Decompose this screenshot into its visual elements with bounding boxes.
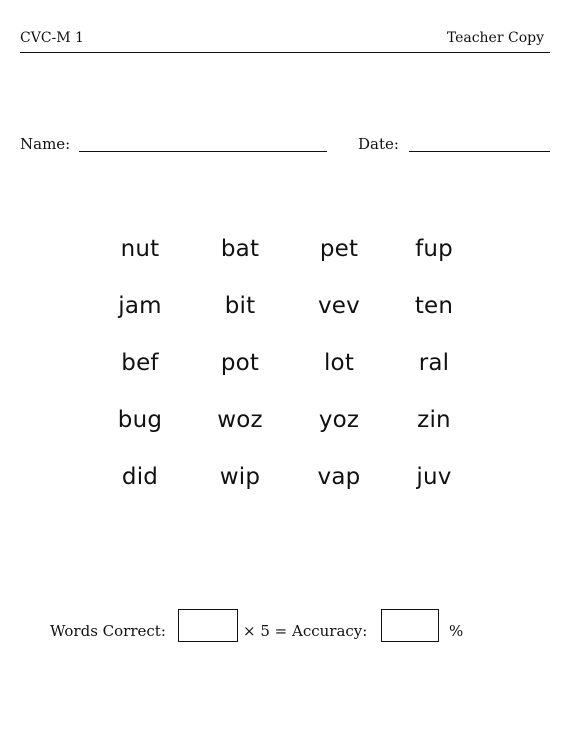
- word-item: yoz: [318, 407, 360, 433]
- header-divider: [20, 52, 550, 53]
- word-row: bug woz yoz zin: [90, 403, 490, 460]
- accuracy-box[interactable]: [381, 609, 439, 642]
- word-item: lot: [323, 350, 355, 376]
- word-item: pot: [220, 350, 260, 376]
- date-label: Date:: [358, 135, 399, 153]
- word-item: bat: [220, 236, 260, 262]
- percent-symbol: %: [449, 622, 464, 640]
- name-line: [79, 151, 327, 152]
- word-item: ral: [418, 350, 450, 376]
- word-item: zin: [417, 407, 451, 433]
- word-row: bef pot lot ral: [90, 346, 490, 403]
- sheet-code: CVC-M 1: [20, 30, 84, 46]
- word-row: did wip vap juv: [90, 460, 490, 517]
- date-line: [409, 151, 550, 152]
- word-item: bef: [121, 350, 159, 376]
- word-item: did: [121, 464, 159, 490]
- word-item: bit: [224, 293, 256, 319]
- copy-type-label: Teacher Copy: [446, 30, 544, 46]
- word-item: vev: [318, 293, 360, 319]
- word-item: pet: [319, 236, 359, 262]
- word-item: nut: [120, 236, 160, 262]
- word-item: vap: [317, 464, 361, 490]
- word-item: wip: [219, 464, 261, 490]
- words-correct-box[interactable]: [178, 609, 238, 642]
- word-row: nut bat pet fup: [90, 232, 490, 289]
- word-item: juv: [416, 464, 452, 490]
- word-item: jam: [118, 293, 162, 319]
- multiplier-accuracy-label: × 5 = Accuracy:: [243, 622, 368, 640]
- word-item: woz: [217, 407, 263, 433]
- name-label: Name:: [20, 135, 71, 153]
- word-row: jam bit vev ten: [90, 289, 490, 346]
- word-item: fup: [415, 236, 453, 262]
- word-item: ten: [414, 293, 454, 319]
- word-item: bug: [117, 407, 163, 433]
- word-grid: nut bat pet fup jam bit vev ten bef pot …: [90, 232, 490, 517]
- words-correct-label: Words Correct:: [50, 622, 166, 640]
